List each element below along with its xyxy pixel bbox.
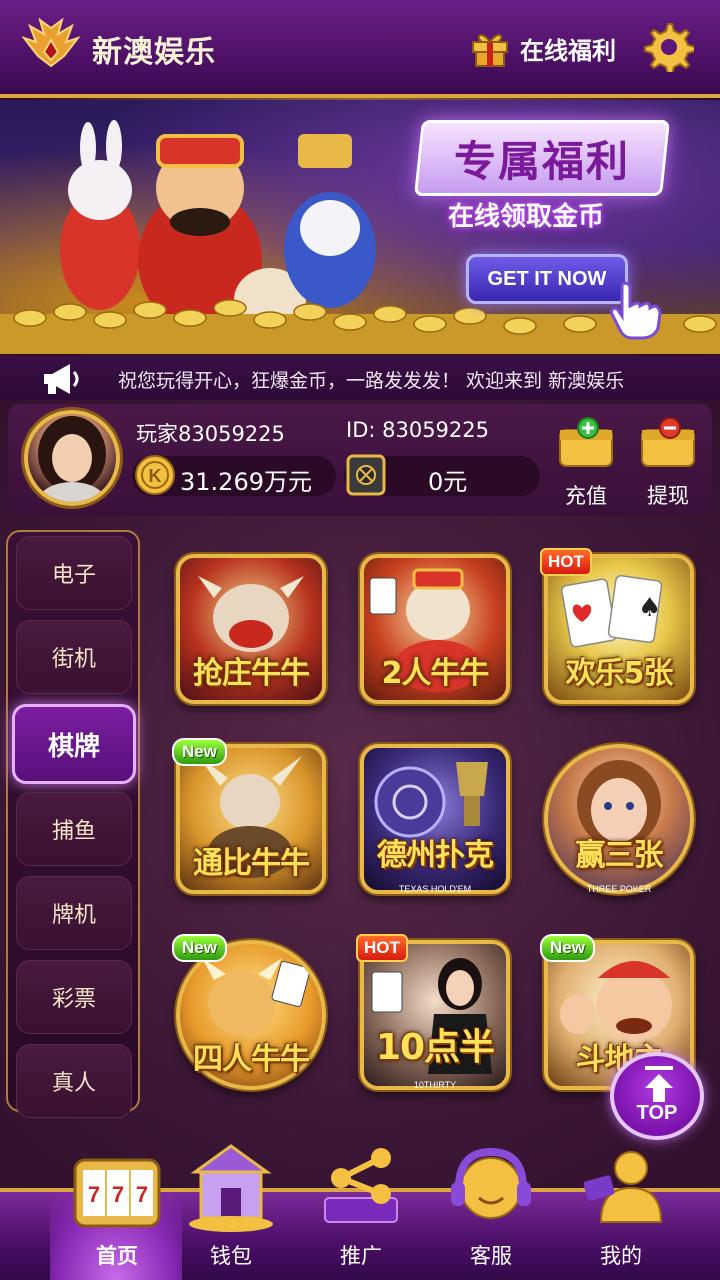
game-title: 10点半 xyxy=(375,1027,495,1068)
game-title: 通比牛牛 xyxy=(193,846,310,881)
category-live[interactable]: 真人 xyxy=(16,1044,132,1118)
category-label: 棋牌 xyxy=(47,731,100,762)
category-fishing[interactable]: 捕鱼 xyxy=(16,792,132,866)
nav-profile[interactable]: 我的 xyxy=(556,1138,686,1280)
category-label: 彩票 xyxy=(51,987,96,1012)
category-electronic[interactable]: 电子 xyxy=(16,536,132,610)
category-card-machine[interactable]: 牌机 xyxy=(16,876,132,950)
svg-text:7: 7 xyxy=(112,1182,124,1207)
game-tile-qiangzhuang-niuniu[interactable]: 抢庄牛牛 xyxy=(176,554,326,704)
game-title: 四人牛牛 xyxy=(193,1042,310,1077)
get-it-now-label: GET IT NOW xyxy=(487,267,607,290)
deposit-label: 充值 xyxy=(565,484,607,508)
svg-text:7: 7 xyxy=(88,1182,100,1207)
hot-badge: HOT xyxy=(540,548,592,576)
game-title: 欢乐5张 xyxy=(565,656,674,691)
category-label: 捕鱼 xyxy=(51,819,96,844)
game-tile-texas-holdem[interactable]: 德州扑克 TEXAS HOLD'EM xyxy=(360,744,510,894)
share-network-icon xyxy=(324,1148,398,1223)
game-title: 德州扑克 xyxy=(377,838,494,873)
svg-text:♠: ♠ xyxy=(638,593,661,623)
category-sidebar: 电子 街机 棋牌 捕鱼 牌机 彩票 真人 xyxy=(6,530,140,1118)
app-root: 新澳娱乐 在线福利 专属福利 在线领取金币 GET IT NOW 祝您玩得开心，… xyxy=(0,0,720,1280)
new-badge: New xyxy=(172,934,227,962)
withdraw-button[interactable]: 提现 xyxy=(636,414,700,510)
nav-label: 钱包 xyxy=(210,1244,252,1268)
safe-balance-amount: 0元 xyxy=(428,468,468,496)
megaphone-icon xyxy=(44,364,79,394)
nav-promotion[interactable]: 推广 xyxy=(296,1138,426,1280)
gold-coin-icon: K xyxy=(135,455,175,495)
announcement-bar: 祝您玩得开心，狂爆金币，一路发发发！ 欢迎来到 新澳娱乐 xyxy=(0,356,720,400)
banner-title: 专属福利 xyxy=(453,136,630,186)
arrow-up-icon xyxy=(645,1066,673,1102)
new-badge: New xyxy=(540,934,595,962)
category-chess-cards[interactable]: 棋牌 xyxy=(12,704,136,784)
player-name: 玩家83059225 xyxy=(136,422,285,446)
player-info-card: 玩家83059225 ID: 83059225 K 31.269万元 0元 充值 xyxy=(8,404,712,516)
announcement-text: 祝您玩得开心，狂爆金币，一路发发发！ 欢迎来到 新澳娱乐 xyxy=(118,370,625,392)
deposit-button[interactable]: 充值 xyxy=(554,414,618,510)
gear-icon[interactable] xyxy=(642,20,694,72)
safe-box-icon xyxy=(346,454,386,496)
withdraw-label: 提现 xyxy=(647,484,689,508)
category-label: 街机 xyxy=(51,647,96,672)
balance-amount: 31.269万元 xyxy=(180,468,312,496)
game-tile-siren-niuniu[interactable]: 四人牛牛 New xyxy=(172,934,326,1090)
svg-text:K: K xyxy=(149,466,162,486)
new-badge: New xyxy=(172,738,227,766)
nav-home[interactable]: 7 7 7 首页 xyxy=(52,1138,182,1280)
banner-title-plate: 专属福利 xyxy=(414,120,670,196)
back-to-top-button[interactable]: TOP xyxy=(610,1052,704,1140)
nav-label: 推广 xyxy=(340,1244,382,1268)
promo-banner[interactable]: 专属福利 在线领取金币 GET IT NOW xyxy=(0,100,720,354)
gift-icon xyxy=(472,34,508,67)
slot-777-icon: 7 7 7 xyxy=(73,1158,161,1228)
online-bonus-button[interactable]: 在线福利 xyxy=(470,24,630,72)
headset-support-icon xyxy=(451,1147,531,1219)
nav-wallet[interactable]: 钱包 xyxy=(166,1138,296,1280)
wallet-minus-icon xyxy=(641,417,695,467)
nav-label: 客服 xyxy=(470,1244,512,1268)
app-title: 新澳娱乐 xyxy=(92,35,216,70)
category-label: 电子 xyxy=(51,563,96,588)
category-label: 牌机 xyxy=(51,903,96,928)
game-title: 抢庄牛牛 xyxy=(193,656,310,691)
back-to-top-label: TOP xyxy=(636,1102,678,1124)
pointing-hand-icon xyxy=(610,281,662,340)
nav-label: 首页 xyxy=(96,1244,138,1268)
category-label: 真人 xyxy=(51,1071,96,1096)
game-subtitle: TEXAS HOLD'EM xyxy=(398,884,472,894)
game-tile-10-thirty[interactable]: 10点半 10THIRTY HOT xyxy=(356,934,510,1090)
game-tile-huanle-5zhang[interactable]: ♠ 欢乐5张 HOT xyxy=(540,548,694,704)
svg-text:7: 7 xyxy=(136,1182,148,1207)
player-portrait-icon xyxy=(38,416,106,502)
player-id: ID: 83059225 xyxy=(346,418,490,442)
nav-label: 我的 xyxy=(600,1244,642,1268)
hot-badge: HOT xyxy=(356,934,408,962)
game-title: 赢三张 xyxy=(575,838,664,873)
user-profile-icon xyxy=(583,1151,663,1223)
game-subtitle: 10THIRTY xyxy=(413,1080,457,1090)
game-subtitle: THREE POKER xyxy=(586,884,652,894)
game-title: 2人牛牛 xyxy=(381,656,490,691)
banner-subtitle: 在线领取金币 xyxy=(448,202,605,232)
wallet-plus-icon xyxy=(559,417,613,467)
online-bonus-label: 在线福利 xyxy=(520,36,616,65)
top-header: 新澳娱乐 在线福利 xyxy=(0,0,720,104)
category-lottery[interactable]: 彩票 xyxy=(16,960,132,1034)
treasure-building-icon xyxy=(189,1144,273,1232)
phoenix-wings-logo-icon xyxy=(22,18,80,68)
avatar[interactable] xyxy=(24,410,120,506)
game-tile-tongbi-niuniu[interactable]: 通比牛牛 New xyxy=(172,738,326,894)
game-tile-three-poker[interactable]: 赢三张 THREE POKER xyxy=(544,744,694,894)
nav-customer-service[interactable]: 客服 xyxy=(426,1138,556,1280)
game-tile-2ren-niuniu[interactable]: 2人牛牛 xyxy=(360,554,510,704)
category-arcade[interactable]: 街机 xyxy=(16,620,132,694)
